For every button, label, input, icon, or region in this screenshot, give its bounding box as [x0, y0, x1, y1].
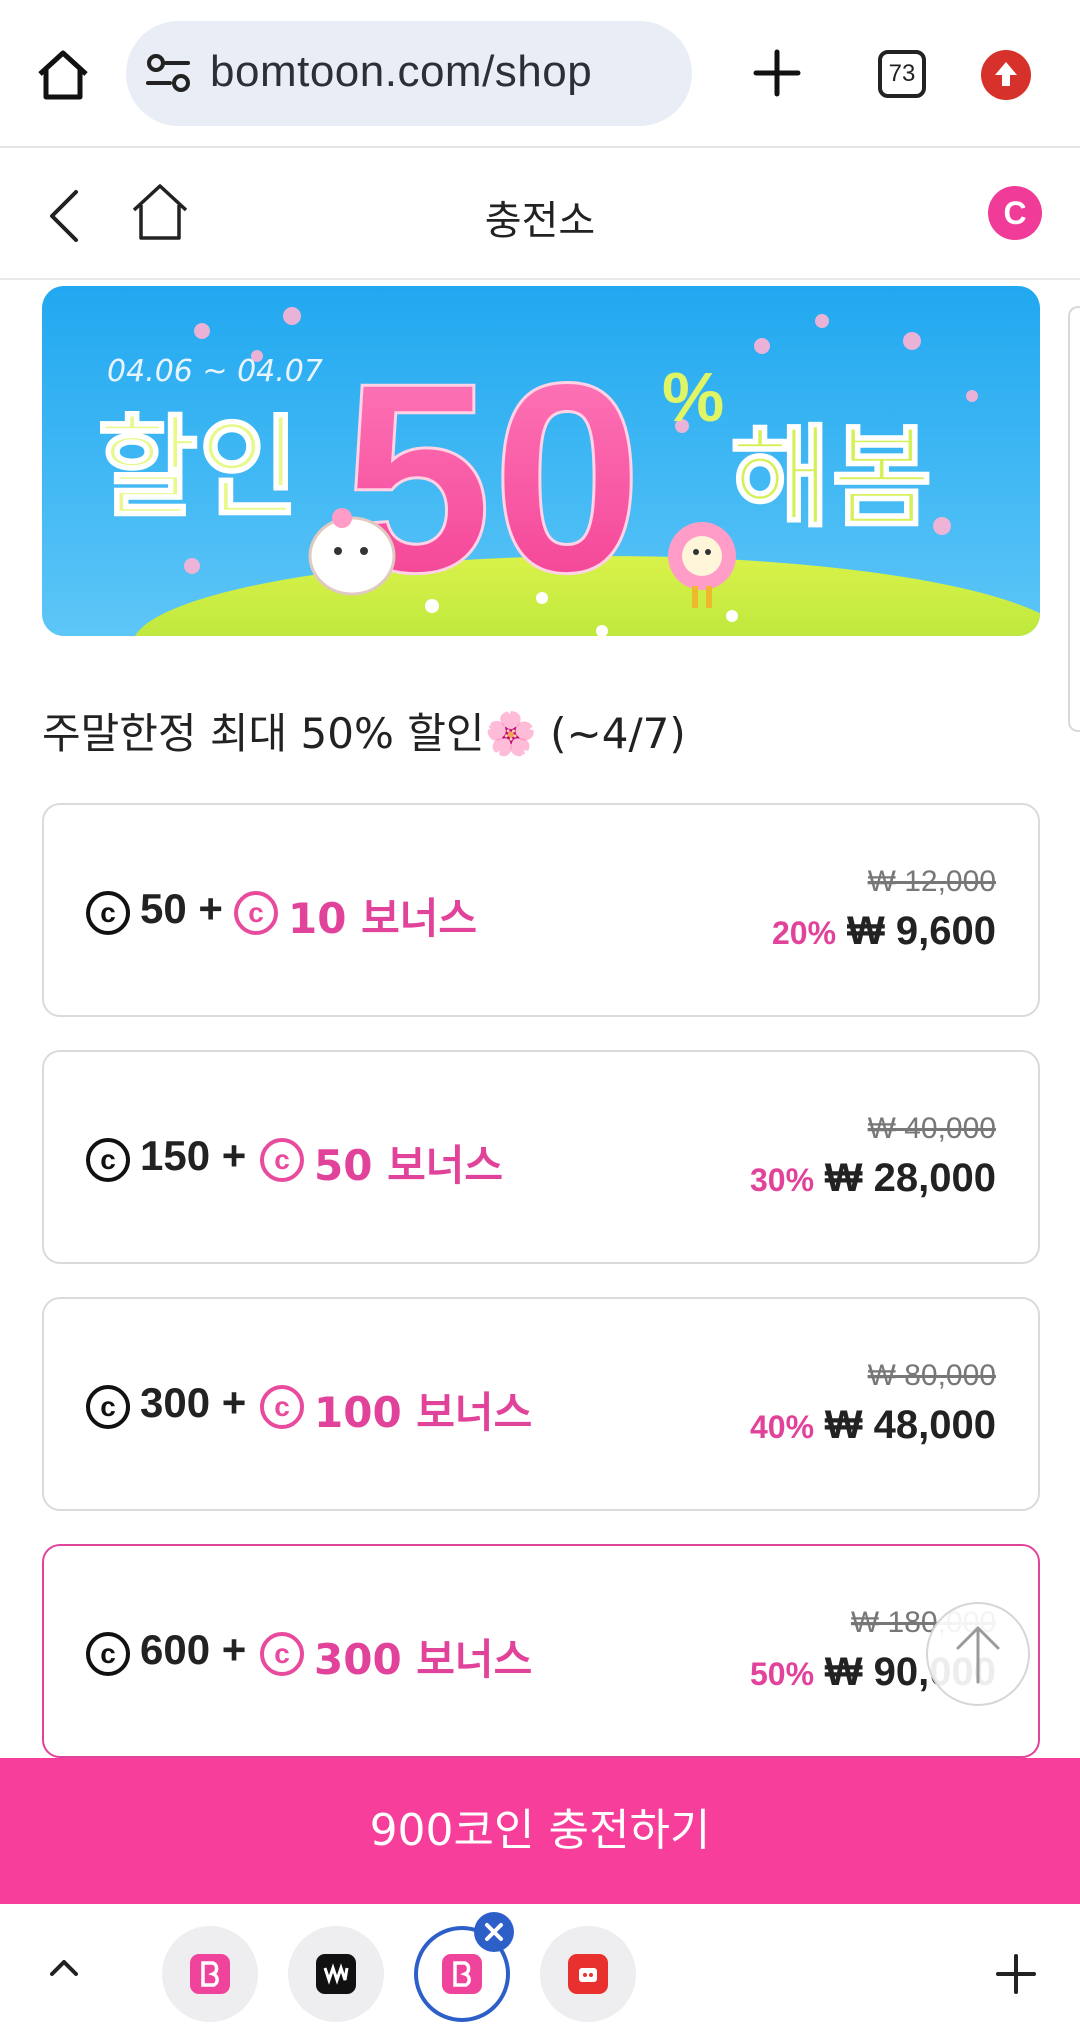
- browser-toolbar: bomtoon.com/shop 73: [0, 0, 1080, 148]
- original-price: ₩ 12,000: [867, 865, 996, 898]
- bonus-coin-icon: c: [260, 1385, 304, 1429]
- url-text[interactable]: bomtoon.com/shop: [210, 47, 592, 97]
- bonus-coin-icon: c: [260, 1138, 304, 1182]
- discount-rate: 20%: [772, 915, 837, 951]
- coin-icon: c: [86, 891, 130, 935]
- coin-package-card[interactable]: c 150 + c 50 보너스 ₩ 40,000 30% ₩ 28,000: [42, 1050, 1040, 1264]
- bonus-coin-icon: c: [260, 1632, 304, 1676]
- add-tab-icon[interactable]: [994, 1952, 1038, 1996]
- charge-button[interactable]: 900코인 충전하기: [0, 1758, 1080, 1904]
- sale-price: ₩ 9,600: [847, 909, 996, 953]
- tab-bomtoon[interactable]: [162, 1926, 258, 2022]
- package-base-amount: 300 +: [140, 1379, 247, 1426]
- coin-icon: c: [86, 1385, 130, 1429]
- package-base-amount: 150 +: [140, 1132, 247, 1179]
- discount-rate: 50%: [750, 1656, 815, 1692]
- browser-tab-strip: [0, 1904, 1080, 2031]
- package-bonus: 300 보너스: [314, 1635, 533, 1684]
- discount-rate: 40%: [750, 1409, 815, 1445]
- coin-balance-icon[interactable]: C: [988, 186, 1042, 240]
- banner-percent: %: [662, 358, 724, 436]
- section-title: 주말한정 최대 50% 할인🌸 (~4/7): [42, 709, 686, 758]
- coin-package-card[interactable]: c 300 + c 100 보너스 ₩ 80,000 40% ₩ 48,000: [42, 1297, 1040, 1511]
- address-bar[interactable]: bomtoon.com/shop: [126, 21, 692, 126]
- app-header: 충전소 C: [0, 150, 1080, 280]
- original-price: ₩ 40,000: [867, 1112, 996, 1145]
- package-bonus: 50 보너스: [314, 1141, 503, 1190]
- site-settings-icon[interactable]: [144, 49, 194, 99]
- tab-red-app[interactable]: [540, 1926, 636, 2022]
- bomtoon-favicon: [442, 1954, 482, 1994]
- banner-dates: 04.06 ~ 04.07: [107, 354, 323, 389]
- original-price: ₩ 80,000: [867, 1359, 996, 1392]
- package-bonus: 10 보너스: [288, 894, 477, 943]
- promo-banner[interactable]: 04.06 ~ 04.07 할인 50 % 해봄: [42, 286, 1040, 636]
- sale-price: ₩ 48,000: [824, 1403, 996, 1447]
- package-base-amount: 50 +: [140, 885, 223, 932]
- tab-switcher-button[interactable]: 73: [878, 50, 926, 98]
- coin-package-card-selected[interactable]: c 600 + c 300 보너스 ₩ 180,000 50% ₩ 90,000: [42, 1544, 1040, 1758]
- new-tab-icon[interactable]: [748, 44, 806, 102]
- bomtoon-favicon: [190, 1954, 230, 1994]
- bonus-coin-icon: c: [234, 891, 278, 935]
- page-title: 충전소: [484, 198, 596, 244]
- red-app-favicon: [568, 1954, 608, 1994]
- package-bonus: 100 보너스: [314, 1388, 533, 1437]
- tab-webtoon[interactable]: [288, 1926, 384, 2022]
- arrow-up-icon: [956, 1626, 1000, 1684]
- discount-rate: 30%: [750, 1162, 815, 1198]
- sale-price: ₩ 28,000: [824, 1156, 996, 1200]
- package-base-amount: 600 +: [140, 1626, 247, 1673]
- webtoon-favicon: [316, 1954, 356, 1994]
- update-icon[interactable]: [981, 50, 1031, 100]
- banner-big-number: 50: [342, 328, 642, 629]
- home-icon[interactable]: [34, 46, 92, 104]
- side-scroll-indicator: [1068, 306, 1080, 732]
- banner-left-word: 할인: [97, 404, 299, 532]
- chevron-up-icon[interactable]: [44, 1948, 84, 1988]
- page: bomtoon.com/shop 73 충전소 C 04.06 ~ 04.07 …: [0, 0, 1080, 2031]
- close-tab-icon[interactable]: [474, 1912, 514, 1952]
- coin-icon: c: [86, 1138, 130, 1182]
- coin-icon: c: [86, 1632, 130, 1676]
- banner-right-word: 해봄: [730, 414, 932, 542]
- coin-package-card[interactable]: c 50 + c 10 보너스 ₩ 12,000 20% ₩ 9,600: [42, 803, 1040, 1017]
- scroll-to-top-button[interactable]: [926, 1602, 1030, 1706]
